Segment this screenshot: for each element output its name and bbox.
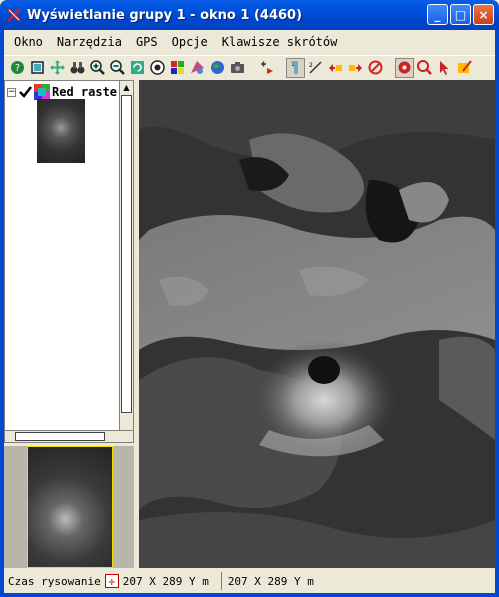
drawing-time-label: Czas rysowanie (8, 574, 101, 588)
menu-bar: Okno Narzędzia GPS Opcje Klawisze skrótó… (4, 31, 495, 53)
query-icon[interactable]: ? (8, 58, 27, 78)
status-divider (220, 572, 222, 590)
checkmark-icon[interactable] (18, 85, 32, 99)
stop-icon[interactable] (366, 58, 385, 78)
measure-icon[interactable]: 2 (306, 58, 325, 78)
layer-tree-panel: − Red raste ▲ (4, 80, 134, 443)
layers-icon[interactable] (168, 58, 187, 78)
globe-icon[interactable] (148, 58, 167, 78)
menu-narzedzia[interactable]: Narzędzia (57, 35, 122, 49)
window-frame-right (495, 30, 499, 597)
minimize-button[interactable]: _ (427, 4, 448, 25)
title-bar[interactable]: Wyświetlanie grupy 1 - okno 1 (4460) _ □… (0, 0, 499, 30)
overview-extent-box[interactable] (27, 446, 113, 568)
scrollbar-thumb[interactable] (121, 95, 132, 413)
cursor-coordinates: 207 X 289 Y m (122, 574, 209, 588)
app-icon (7, 8, 21, 22)
svg-text:?: ? (15, 63, 20, 74)
scroll-up-arrow-icon[interactable]: ▲ (120, 81, 133, 94)
overview-map[interactable] (4, 446, 134, 568)
map-canvas[interactable] (139, 80, 495, 568)
toolbar: ? 1 2 (4, 55, 495, 79)
record-icon[interactable] (395, 57, 414, 78)
magnify-icon[interactable] (415, 58, 434, 78)
binoculars-icon[interactable] (68, 58, 87, 78)
layer-item[interactable]: − Red raste (7, 84, 117, 100)
scale-icon[interactable]: 1 (286, 57, 305, 78)
layer-thumbnail (37, 99, 85, 163)
bring-down-icon[interactable] (346, 58, 365, 78)
earth-icon[interactable] (208, 58, 227, 78)
window-title: Wyświetlanie grupy 1 - okno 1 (4460) (27, 7, 303, 23)
window-frame-bottom (0, 593, 499, 597)
zoom-in-icon[interactable] (88, 58, 107, 78)
layer-horizontal-scrollbar[interactable] (5, 430, 133, 442)
svg-text:2: 2 (309, 62, 313, 69)
maximize-button[interactable]: □ (450, 4, 471, 25)
layer-name: Red raste (52, 85, 118, 99)
menu-gps[interactable]: GPS (136, 35, 158, 49)
collapse-toggle[interactable]: − (7, 87, 16, 97)
add-layer-icon[interactable] (257, 58, 276, 78)
menu-opcje[interactable]: Opcje (172, 35, 208, 49)
bring-up-icon[interactable] (326, 58, 345, 78)
camera-icon[interactable] (228, 58, 247, 78)
scrollbar-thumb[interactable] (15, 432, 105, 441)
arrow-icon[interactable] (435, 58, 454, 78)
cursor-coordinates-secondary: 207 X 289 Y m (227, 574, 314, 588)
raster-image (139, 80, 495, 568)
zoom-window-icon[interactable] (28, 58, 47, 78)
layer-vertical-scrollbar[interactable]: ▲ (119, 81, 133, 431)
status-bar: Czas rysowanie ✛ 207 X 289 Y m 207 X 289… (4, 570, 495, 592)
close-button[interactable]: × (473, 4, 494, 25)
palette-icon[interactable] (188, 58, 207, 78)
raster-layer-icon (34, 84, 50, 100)
crosshair-icon[interactable]: ✛ (104, 574, 119, 588)
zoom-out-icon[interactable] (108, 58, 127, 78)
edit-icon[interactable] (455, 58, 474, 78)
menu-okno[interactable]: Okno (14, 35, 43, 49)
svg-text:1: 1 (291, 61, 295, 68)
menu-klawisze-skrotow[interactable]: Klawisze skrótów (222, 35, 338, 49)
pan-icon[interactable] (48, 58, 67, 78)
refresh-icon[interactable] (128, 58, 147, 78)
